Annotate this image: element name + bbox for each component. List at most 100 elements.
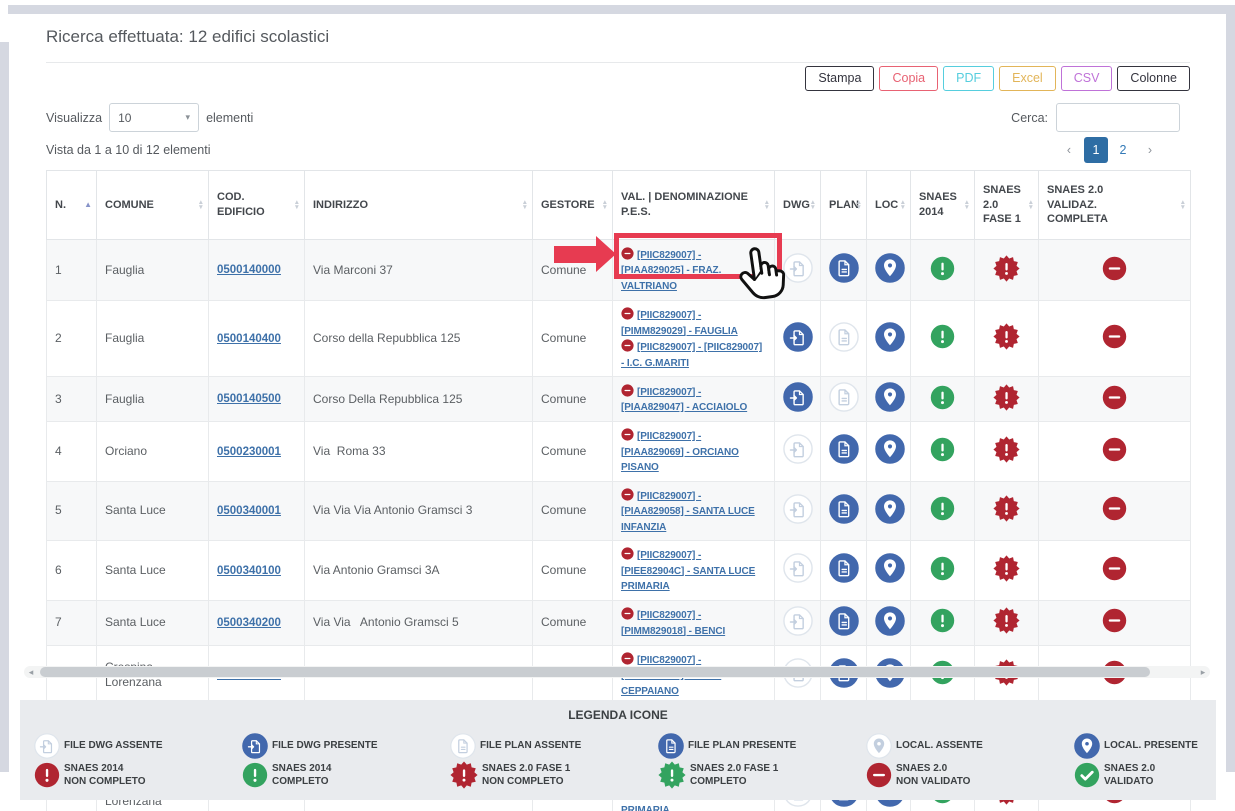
- val-non-validato-icon: [621, 652, 634, 665]
- column-label: VAL. | DENOMINAZIONE P.E.S.: [621, 191, 748, 218]
- localizzazione-present-icon[interactable]: [875, 606, 905, 636]
- snaes-2014-completo-icon: [930, 556, 955, 581]
- cell-val-denominazione: [PIIC829007] - [PIEE82904C] - SANTA LUCE…: [613, 541, 775, 601]
- building-code-link[interactable]: 0500140400: [217, 333, 281, 345]
- building-code-link[interactable]: 0500340001: [217, 505, 281, 517]
- column-header-indirizzo[interactable]: INDIRIZZO▲▼: [305, 171, 533, 240]
- cell-cod-edificio: 0500140000: [209, 240, 305, 301]
- file-dwg-present-icon[interactable]: [783, 382, 813, 412]
- cell-indirizzo: Via Roma 33: [305, 422, 533, 482]
- file-plan-present-icon[interactable]: [829, 606, 859, 636]
- cell-comune: Fauglia: [97, 301, 209, 377]
- file-plan-present-icon[interactable]: [829, 253, 859, 283]
- sort-both-icon: ▲▼: [856, 200, 862, 210]
- cell-comune: Fauglia: [97, 377, 209, 422]
- scrollbar-thumb[interactable]: [40, 667, 1150, 677]
- table-row: 6Santa Luce0500340100Via Antonio Gramsci…: [47, 541, 1191, 601]
- cell-snaes-20-fase-1: [975, 422, 1039, 482]
- file-plan-present-icon[interactable]: [829, 434, 859, 464]
- pagination-prev[interactable]: ‹: [1057, 137, 1081, 163]
- localizzazione-present-icon[interactable]: [875, 322, 905, 352]
- localizzazione-present-icon[interactable]: [875, 382, 905, 412]
- sort-both-icon: ▲▼: [810, 200, 816, 210]
- localizzazione-present-icon[interactable]: [875, 253, 905, 283]
- column-header-val[interactable]: VAL. | DENOMINAZIONE P.E.S. ▲▼: [613, 171, 775, 240]
- csv-button[interactable]: CSV: [1061, 66, 1113, 91]
- cell-snaes-2014: [911, 422, 975, 482]
- cell-snaes-20-validaz: [1039, 422, 1191, 482]
- column-header-snaes-2014[interactable]: SNAES 2014▲▼: [911, 171, 975, 240]
- file-dwg-present-icon[interactable]: [783, 322, 813, 352]
- legend-file-plan-present-icon: [658, 733, 684, 759]
- pes-link-item: [PIIC829007] - [PIMM829029] - FAUGLIA: [621, 307, 766, 338]
- pes-denomination-link[interactable]: [PIIC829007] - [PIEE82904C] - SANTA LUCE…: [621, 550, 755, 592]
- column-header-snaes-20-validaz[interactable]: SNAES 2.0 VALIDAZ. COMPLETA▲▼: [1039, 171, 1191, 240]
- column-header-n[interactable]: N.▲: [47, 171, 97, 240]
- cell-dwg: [775, 377, 821, 422]
- pes-denomination-link[interactable]: [PIIC829007] - [PIMM829029] - FAUGLIA: [621, 310, 738, 337]
- pdf-button[interactable]: PDF: [943, 66, 994, 91]
- val-non-validato-icon: [621, 339, 634, 352]
- cell-comune: Santa Luce: [97, 600, 209, 645]
- pagination-page-2[interactable]: 2: [1111, 137, 1135, 163]
- column-header-snaes-20-fase-1[interactable]: SNAES 2.0 FASE 1▲▼: [975, 171, 1039, 240]
- legend-label: SNAES 2.0NON VALIDATO: [896, 762, 970, 789]
- column-label: INDIRIZZO: [313, 199, 368, 211]
- building-code-link[interactable]: 0500140500: [217, 393, 281, 405]
- cell-plan: [821, 422, 867, 482]
- legend-item: FILE DWG ASSENTE: [34, 733, 242, 759]
- snaes-20-fase-1-non-completo-icon: [993, 436, 1020, 463]
- building-code-link[interactable]: 0500340100: [217, 565, 281, 577]
- pagination-page-1[interactable]: 1: [1084, 137, 1108, 163]
- snaes-20-validaz-non-validato-icon: [1102, 556, 1127, 581]
- pes-denomination-link[interactable]: [PIIC829007] - [PIMM829018] - BENCI: [621, 610, 725, 637]
- excel-button[interactable]: Excel: [999, 66, 1056, 91]
- scroll-right-icon[interactable]: ▸: [1196, 666, 1210, 678]
- file-plan-present-icon[interactable]: [829, 553, 859, 583]
- snaes-20-validaz-non-validato-icon: [1102, 496, 1127, 521]
- sort-both-icon: ▲▼: [198, 200, 204, 210]
- building-code-link[interactable]: 0500140000: [217, 264, 281, 276]
- cell-indirizzo: Via Marconi 37: [305, 240, 533, 301]
- sort-both-icon: ▲▼: [602, 200, 608, 210]
- cell-indirizzo: Corso Della Repubblica 125: [305, 377, 533, 422]
- localizzazione-present-icon[interactable]: [875, 553, 905, 583]
- pes-denomination-link[interactable]: [PIIC829007] - [PIIC829007] - I.C. G.MAR…: [621, 342, 762, 369]
- scroll-left-icon[interactable]: ◂: [24, 666, 38, 678]
- localizzazione-present-icon[interactable]: [875, 494, 905, 524]
- building-code-link[interactable]: 0500230001: [217, 446, 281, 458]
- page-frame-left: [0, 42, 9, 772]
- pes-denomination-link[interactable]: [PIIC829007] - [PIAA829058] - SANTA LUCE…: [621, 491, 755, 533]
- cell-comune: Fauglia: [97, 240, 209, 301]
- val-non-validato-icon: [621, 307, 634, 320]
- cell-val-denominazione: [PIIC829007] - [PIAA829069] - ORCIANO PI…: [613, 422, 775, 482]
- file-plan-present-icon[interactable]: [829, 494, 859, 524]
- pagination-next[interactable]: ›: [1138, 137, 1162, 163]
- column-header-dwg[interactable]: DWG▲▼: [775, 171, 821, 240]
- cell-snaes-20-validaz: [1039, 301, 1191, 377]
- localizzazione-present-icon[interactable]: [875, 434, 905, 464]
- column-header-plan[interactable]: PLAN▲▼: [821, 171, 867, 240]
- column-header-cod-edificio[interactable]: COD. EDIFICIO▲▼: [209, 171, 305, 240]
- cell-snaes-20-fase-1: [975, 541, 1039, 601]
- horizontal-scrollbar[interactable]: ◂ ▸: [24, 666, 1210, 678]
- column-header-comune[interactable]: COMUNE▲▼: [97, 171, 209, 240]
- copia-button[interactable]: Copia: [879, 66, 938, 91]
- export-toolbar: StampaCopiaPDFExcelCSVColonne: [46, 66, 1190, 91]
- colonne-button[interactable]: Colonne: [1117, 66, 1190, 91]
- sort-both-icon: ▲▼: [764, 200, 770, 210]
- legend-item: FILE PLAN PRESENTE: [658, 733, 866, 759]
- search-input[interactable]: [1056, 103, 1180, 132]
- column-label: N.: [55, 199, 66, 211]
- cell-loc: [867, 481, 911, 541]
- legend-label: SNAES 2.0VALIDATO: [1104, 762, 1155, 789]
- pes-denomination-link[interactable]: [PIIC829007] - [PIAA829047] - ACCIAIOLO: [621, 387, 747, 414]
- cell-cod-edificio: 0500340200: [209, 600, 305, 645]
- column-header-gestore[interactable]: GESTORE▲▼: [533, 171, 613, 240]
- building-code-link[interactable]: 0500340200: [217, 617, 281, 629]
- column-header-loc[interactable]: LOC▲▼: [867, 171, 911, 240]
- stampa-button[interactable]: Stampa: [805, 66, 874, 91]
- cell-plan: [821, 240, 867, 301]
- legend-title: LEGENDA ICONE: [20, 700, 1216, 722]
- pes-denomination-link[interactable]: [PIIC829007] - [PIAA829069] - ORCIANO PI…: [621, 431, 739, 473]
